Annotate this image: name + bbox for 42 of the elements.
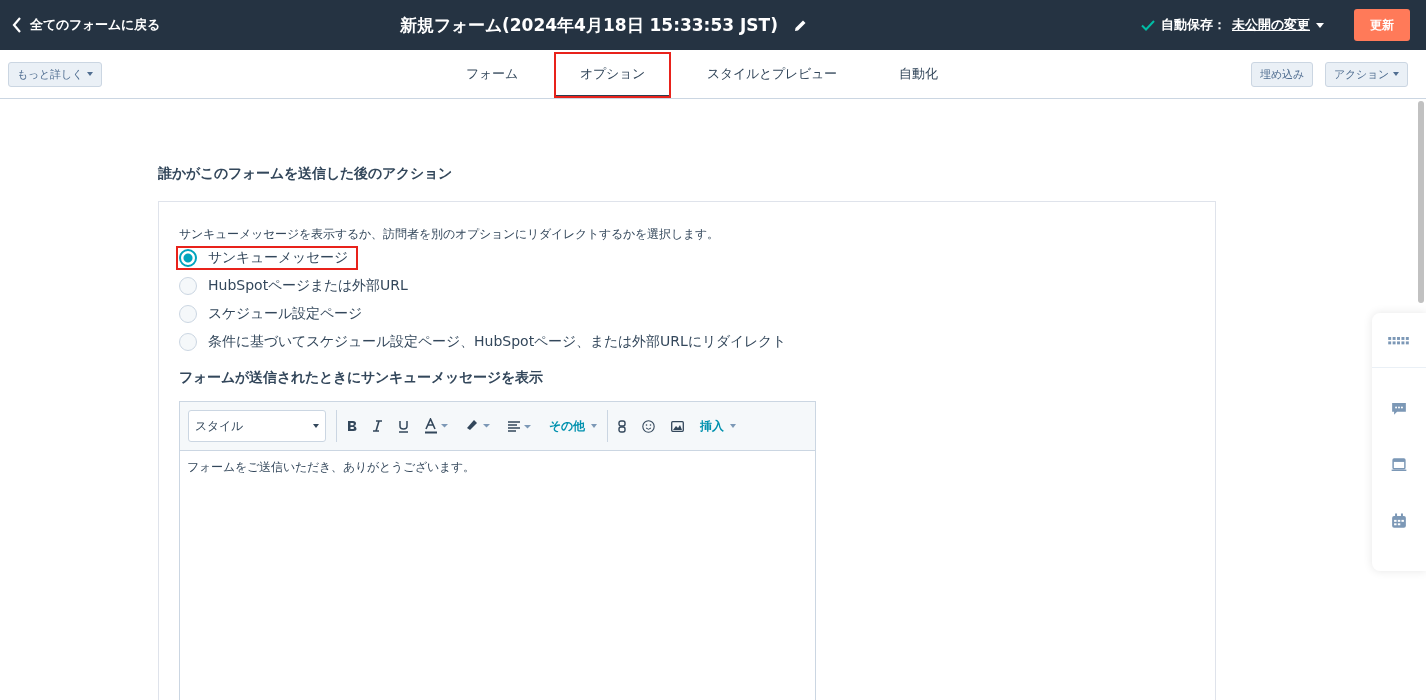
description-text: サンキューメッセージを表示するか、訪問者を別のオプションにリダイレクトするかを選択します。 — [179, 226, 720, 243]
laptop-icon[interactable] — [1391, 457, 1407, 472]
radio-button[interactable] — [179, 277, 197, 295]
radio-option[interactable]: 条件に基づいてスケジュール設定ページ、HubSpotページ、または外部URLにリダイレクト — [176, 330, 796, 354]
radio-button[interactable] — [179, 333, 197, 351]
check-icon — [1141, 19, 1155, 31]
italic-icon[interactable] — [373, 420, 382, 432]
style-dropdown[interactable]: スタイル — [188, 410, 326, 442]
radio-button[interactable] — [179, 305, 197, 323]
align-icon[interactable] — [507, 420, 533, 432]
chat-bubble-icon[interactable] — [1391, 401, 1407, 416]
chevron-left-icon — [12, 17, 22, 33]
actions-button[interactable]: アクション — [1325, 61, 1408, 87]
more-dropdown[interactable]: その他 — [549, 417, 597, 435]
editor-text[interactable]: フォームをご送信いただき、ありがとうございます。 — [180, 451, 815, 484]
more-info-button[interactable]: もっと詳しく — [8, 61, 102, 87]
link-icon[interactable] — [618, 419, 626, 433]
insert-dropdown[interactable]: 挿入 — [700, 417, 736, 435]
unpublished-changes-link[interactable]: 未公開の変更 — [1232, 16, 1310, 34]
radio-option[interactable]: HubSpotページまたは外部URL — [176, 274, 418, 298]
autosave-label: 自動保存： — [1161, 16, 1226, 34]
tab[interactable]: スタイルとプレビュー — [681, 50, 863, 98]
image-icon[interactable] — [671, 420, 684, 432]
radio-button[interactable] — [179, 249, 197, 267]
tab[interactable]: 自動化 — [873, 50, 964, 98]
calendar-icon[interactable] — [1391, 513, 1407, 529]
radio-option[interactable]: スケジュール設定ページ — [176, 302, 372, 326]
grid-dots-icon[interactable] — [1388, 337, 1410, 345]
embed-button[interactable]: 埋め込み — [1251, 61, 1313, 87]
tab[interactable]: オプション — [554, 50, 671, 98]
section-title: 誰かがこのフォームを送信した後のアクション — [158, 165, 453, 183]
tab[interactable]: フォーム — [440, 50, 544, 98]
emoji-icon[interactable] — [642, 419, 655, 433]
pencil-icon[interactable] — [793, 18, 807, 32]
caret-icon[interactable] — [1316, 22, 1324, 28]
bold-icon[interactable] — [347, 420, 357, 432]
message-heading: フォームが送信されたときにサンキューメッセージを表示 — [179, 369, 544, 387]
underline-icon[interactable] — [398, 419, 409, 433]
text-color-icon[interactable] — [425, 418, 449, 434]
form-title: 新規フォーム(2024年4月18日 15:33:53 JST) — [400, 13, 778, 37]
back-link[interactable]: 全てのフォームに戻る — [12, 16, 160, 34]
radio-option[interactable]: サンキューメッセージ — [176, 246, 358, 270]
